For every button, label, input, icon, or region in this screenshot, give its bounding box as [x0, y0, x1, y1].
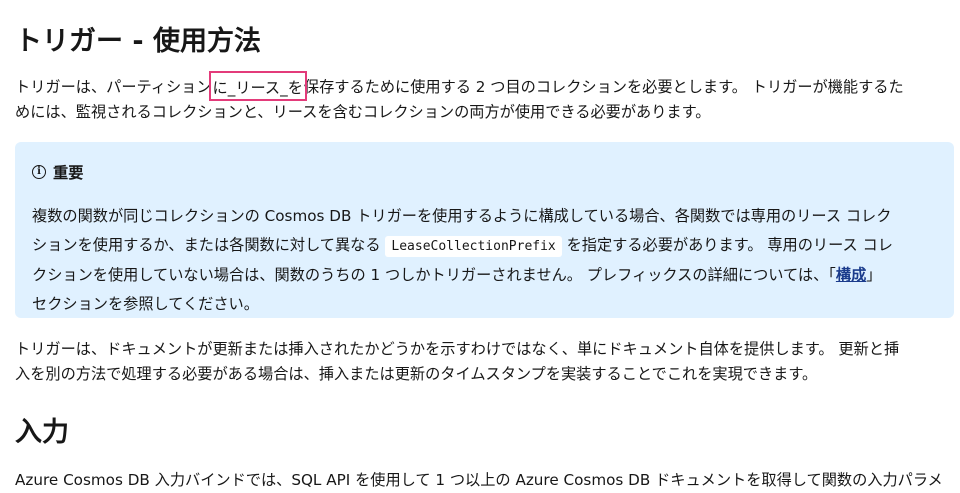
trigger-behavior-paragraph: トリガーは、ドキュメントが更新または挿入されたかどうかを示すわけではなく、単にド… [15, 337, 899, 387]
alert-body: 複数の関数が同じコレクションの Cosmos DB トリガーを使用するように構成… [32, 202, 934, 319]
alert-line: 複数の関数が同じコレクションの Cosmos DB トリガーを使用するように構成… [32, 207, 892, 225]
section-heading-input: 入力 [15, 417, 69, 448]
configuration-link[interactable]: 構成 [836, 266, 866, 284]
alert-line: クションを使用していない場合は、関数のうちの 1 つしかトリガーされません。 プ… [32, 266, 882, 284]
info-icon: i [32, 165, 46, 179]
inline-code: LeaseCollectionPrefix [385, 236, 562, 257]
paragraph-line: トリガーは、ドキュメントが更新または挿入されたかどうかを示すわけではなく、単にド… [15, 340, 900, 358]
paragraph-line: トリガーは、パーティションに_リース_を保存するために使用する 2 つ目のコレク… [15, 71, 904, 101]
important-alert: i 重要 複数の関数が同じコレクションの Cosmos DB トリガーを使用する… [15, 142, 954, 318]
alert-line: セクションを参照してください。 [32, 295, 259, 313]
page-title: トリガー - 使用方法 [15, 26, 262, 57]
input-binding-paragraph: Azure Cosmos DB 入力バインドでは、SQL API を使用して 1… [15, 468, 943, 493]
alert-line: ションを使用するか、または各関数に対して異なる LeaseCollectionP… [32, 231, 934, 261]
alert-title: 重要 [53, 164, 84, 182]
trigger-usage-paragraph: トリガーは、パーティションに_リース_を保存するために使用する 2 つ目のコレク… [15, 71, 904, 125]
paragraph-line: Azure Cosmos DB 入力バインドでは、SQL API を使用して 1… [15, 471, 943, 489]
highlighted-text: に_リース_を [208, 71, 307, 101]
paragraph-line: めには、監視されるコレクションと、リースを含むコレクションの両方が使用できる必要… [15, 103, 711, 121]
paragraph-line: 入を別の方法で処理する必要がある場合は、挿入または更新のタイムスタンプを実装する… [15, 365, 818, 383]
alert-header: i 重要 [32, 160, 934, 184]
